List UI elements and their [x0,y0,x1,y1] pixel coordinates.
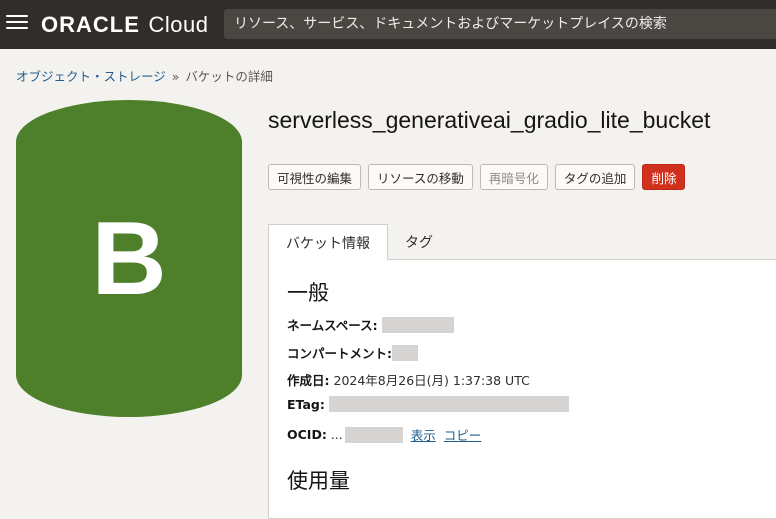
global-search-box[interactable] [224,9,776,39]
logo-product: Cloud [148,12,209,37]
top-navigation-bar: ORACLE Cloud [0,0,776,49]
hamburger-menu-icon[interactable] [6,15,28,33]
compartment-label: コンパートメント: [287,346,392,361]
etag-label: ETag: [287,396,325,412]
edit-visibility-button[interactable]: 可視性の編集 [268,164,362,190]
page-title: serverless_generativeai_gradio_lite_buck… [268,107,711,133]
ocid-value-redacted [344,426,403,443]
detail-tabs: バケット情報 タグ [268,224,450,260]
general-section-title: 一般 [287,281,329,305]
ocid-row: OCID: ... 表示 コピー [287,425,481,444]
oracle-cloud-logo[interactable]: ORACLE Cloud [41,12,209,38]
reencrypt-button[interactable]: 再暗号化 [479,164,548,190]
created-label: 作成日: [287,373,330,388]
compartment-value-redacted[interactable] [392,344,418,361]
delete-button[interactable]: 削除 [642,164,686,190]
bucket-icon-letter: B [91,201,167,317]
ocid-show-link[interactable]: 表示 [411,425,436,444]
ocid-copy-link[interactable]: コピー [444,425,482,444]
etag-row: ETag: [287,396,569,412]
ocid-label: OCID: [287,427,327,442]
tab-bucket-info[interactable]: バケット情報 [268,224,388,260]
tab-tags[interactable]: タグ [388,224,450,260]
breadcrumb-current: バケットの詳細 [185,69,273,84]
compartment-row: コンパートメント: [287,343,418,362]
breadcrumb-separator: » [171,69,180,84]
namespace-label: ネームスペース: [287,318,378,333]
breadcrumb-object-storage-link[interactable]: オブジェクト・ストレージ [16,69,166,84]
created-row: 作成日: 2024年8月26日(月) 1:37:38 UTC [287,370,530,389]
global-search-input[interactable] [232,15,776,33]
bucket-cylinder-icon: B [16,100,242,420]
usage-section-title: 使用量 [287,469,350,493]
namespace-row: ネームスペース: [287,315,454,334]
breadcrumb: オブジェクト・ストレージ » バケットの詳細 [16,66,273,85]
namespace-value-redacted [381,316,454,333]
move-resource-button[interactable]: リソースの移動 [368,164,473,190]
etag-value-redacted [328,396,569,412]
logo-brand: ORACLE [41,12,140,37]
created-value: 2024年8月26日(月) 1:37:38 UTC [333,373,530,388]
add-tags-button[interactable]: タグの追加 [554,164,636,190]
ocid-prefix: ... [330,427,343,442]
action-toolbar: 可視性の編集 リソースの移動 再暗号化 タグの追加 削除 [268,164,686,190]
